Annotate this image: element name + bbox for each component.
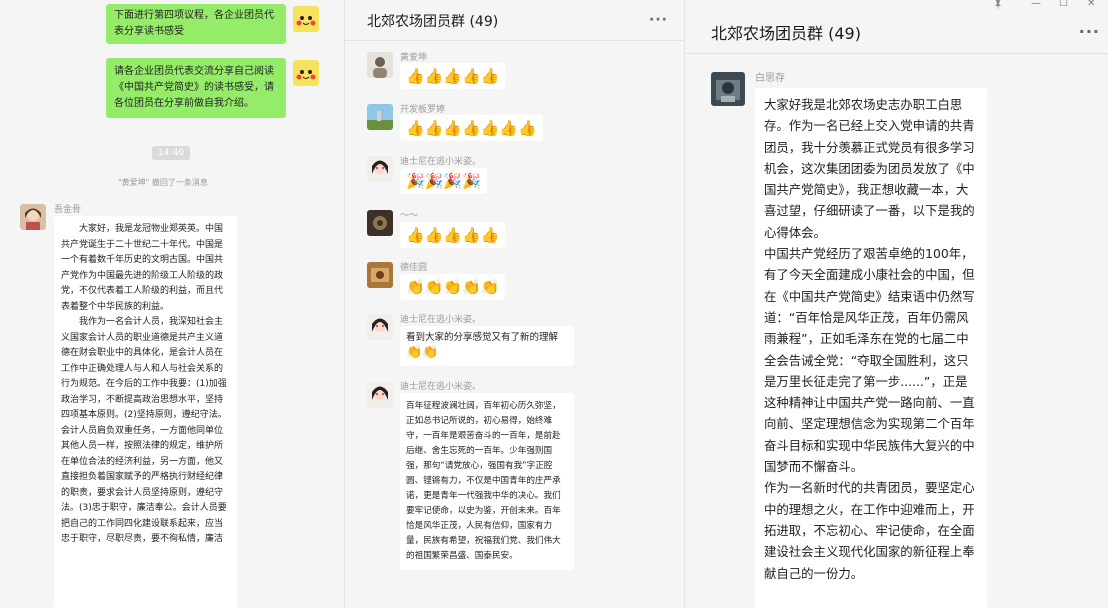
sender-name: 黄爱坤	[400, 53, 428, 63]
message-paragraph: 大家好我是北郊农场史志办职工白思存。作为一名已经上交入党申请的共青团员，我十分羡…	[764, 97, 975, 240]
self-avatar[interactable]	[293, 6, 319, 32]
self-avatar[interactable]	[293, 60, 319, 86]
anime-avatar-icon	[367, 382, 393, 408]
photo-avatar-icon	[367, 262, 393, 288]
anime-avatar-icon	[367, 314, 393, 340]
incoming-message-bubble[interactable]: 👍👍👍👍👍	[400, 63, 506, 89]
sender-avatar[interactable]	[367, 156, 393, 182]
thumbs-up-icon: 👍👍👍👍👍👍👍	[406, 119, 537, 137]
scrollbar[interactable]	[1101, 60, 1105, 70]
thumbs-up-icon: 👍👍👍👍👍	[406, 226, 500, 244]
sender-avatar[interactable]	[20, 204, 46, 230]
thumbs-up-icon: 👍👍👍👍👍	[406, 67, 500, 85]
more-options-button[interactable]: ···	[649, 12, 668, 28]
photo-avatar-icon	[711, 72, 745, 106]
sender-avatar[interactable]	[367, 314, 393, 340]
incoming-message-bubble[interactable]: 大家好我是北郊农场史志办职工白思存。作为一名已经上交入党申请的共青团员，我十分羡…	[755, 88, 987, 608]
pikachu-avatar-icon	[293, 6, 319, 32]
sender-name: 迪士尼在逃小米姿。	[400, 157, 482, 167]
chat-pane-middle: 北郊农场团员群 (49) ··· 黄爱坤 👍👍👍👍👍 开发板罗婷 👍👍👍👍👍👍👍…	[344, 0, 684, 608]
more-options-button[interactable]: ···	[1079, 22, 1100, 41]
message-paragraph: 我作为一名会计人员，我深知社会主义国家会计人员的职业道德是共产主义道德在财会职业…	[61, 317, 227, 544]
incoming-message-bubble[interactable]: 👏👏👏👏👏	[400, 274, 506, 300]
chat-header: 北郊农场团员群 (49) ···	[685, 0, 1108, 54]
sender-avatar[interactable]	[367, 52, 393, 78]
chat-pane-right: — ☐ ✕ 北郊农场团员群 (49) ··· 白思存 大家好我是北郊农场史志办职…	[684, 0, 1108, 608]
sender-avatar[interactable]	[367, 104, 393, 130]
pikachu-avatar-icon	[293, 60, 319, 86]
clapping-hands-icon: 👏👏	[406, 345, 439, 360]
anime-avatar-icon	[367, 156, 393, 182]
message-text: 下面进行第四项议程，各企业团员代表分享读书感受	[114, 10, 274, 37]
sender-name: 吾金骨	[54, 205, 82, 215]
timestamp-chip: 14:40	[152, 146, 190, 160]
outgoing-message-bubble[interactable]: 下面进行第四项议程，各企业团员代表分享读书感受	[106, 4, 286, 44]
landscape-avatar-icon	[367, 104, 393, 130]
sender-name: 开发板罗婷	[400, 105, 446, 115]
clapping-hands-icon: 👏👏👏👏👏	[406, 278, 500, 296]
sender-avatar[interactable]	[367, 262, 393, 288]
sender-name: 白思存	[755, 73, 785, 84]
incoming-message-bubble[interactable]: 👍👍👍👍👍	[400, 222, 506, 248]
incoming-message-bubble[interactable]: 👍👍👍👍👍👍👍	[400, 115, 543, 141]
sender-name: 迪士尼在逃小米姿。	[400, 315, 482, 325]
person-avatar-icon	[367, 52, 393, 78]
dark-avatar-icon	[367, 210, 393, 236]
chat-pane-left: 下面进行第四项议程，各企业团员代表分享读书感受 请各企业团员代表交流分享自己阅读…	[0, 0, 344, 608]
sender-name: ～～	[400, 211, 419, 221]
incoming-message-bubble[interactable]: 大家好，我是龙冠物业郑英英。中国共产党诞生于二十世纪二十年代。中国是一个有着数千…	[54, 216, 237, 608]
sender-avatar[interactable]	[367, 382, 393, 408]
incoming-message-bubble[interactable]: 百年征程波澜壮阔，百年初心历久弥坚，正如总书记所说的，初心易得，始终难守，一百年…	[400, 393, 574, 570]
chat-header: 北郊农场团员群 (49) ···	[345, 0, 684, 41]
sender-avatar[interactable]	[711, 72, 745, 106]
party-popper-icon: 🎉🎉🎉🎉	[406, 172, 481, 190]
chat-title: 北郊农场团员群 (49)	[367, 14, 499, 30]
girl-avatar-icon	[20, 204, 46, 230]
incoming-message-bubble[interactable]: 看到大家的分享感觉又有了新的理解 👏👏	[400, 326, 574, 366]
message-paragraph: 作为一名新时代的共青团员，要坚定心中的理想之火，在工作中迎难而上，开拓进取，不忘…	[764, 480, 975, 581]
incoming-message-bubble[interactable]: 🎉🎉🎉🎉	[400, 168, 487, 194]
outgoing-message-bubble[interactable]: 请各企业团员代表交流分享自己阅读《中国共产党简史》的读书感受，请各位团员在分享前…	[106, 58, 286, 118]
sender-name: 德佳圆	[400, 263, 428, 273]
message-paragraph: 大家好，我是龙冠物业郑英英。中国共产党诞生于二十世纪二十年代。中国是一个有着数千…	[61, 224, 224, 312]
message-text: 百年征程波澜壮阔，百年初心历久弥坚，正如总书记所说的，初心易得，始终难守，一百年…	[406, 401, 561, 561]
message-text: 看到大家的分享感觉又有了新的理解	[406, 332, 559, 343]
message-text: 请各企业团员代表交流分享自己阅读《中国共产党简史》的读书感受，请各位团员在分享前…	[114, 66, 274, 109]
chat-title: 北郊农场团员群 (49)	[711, 24, 861, 43]
recall-notice: "黄爱坤" 撤回了一条消息	[118, 178, 208, 187]
message-paragraph: 中国共产党经历了艰苦卓绝的100年，有了今天全面建成小康社会的中国，但在《中国共…	[764, 246, 975, 475]
sender-name: 迪士尼在逃小米姿。	[400, 382, 482, 392]
sender-avatar[interactable]	[367, 210, 393, 236]
